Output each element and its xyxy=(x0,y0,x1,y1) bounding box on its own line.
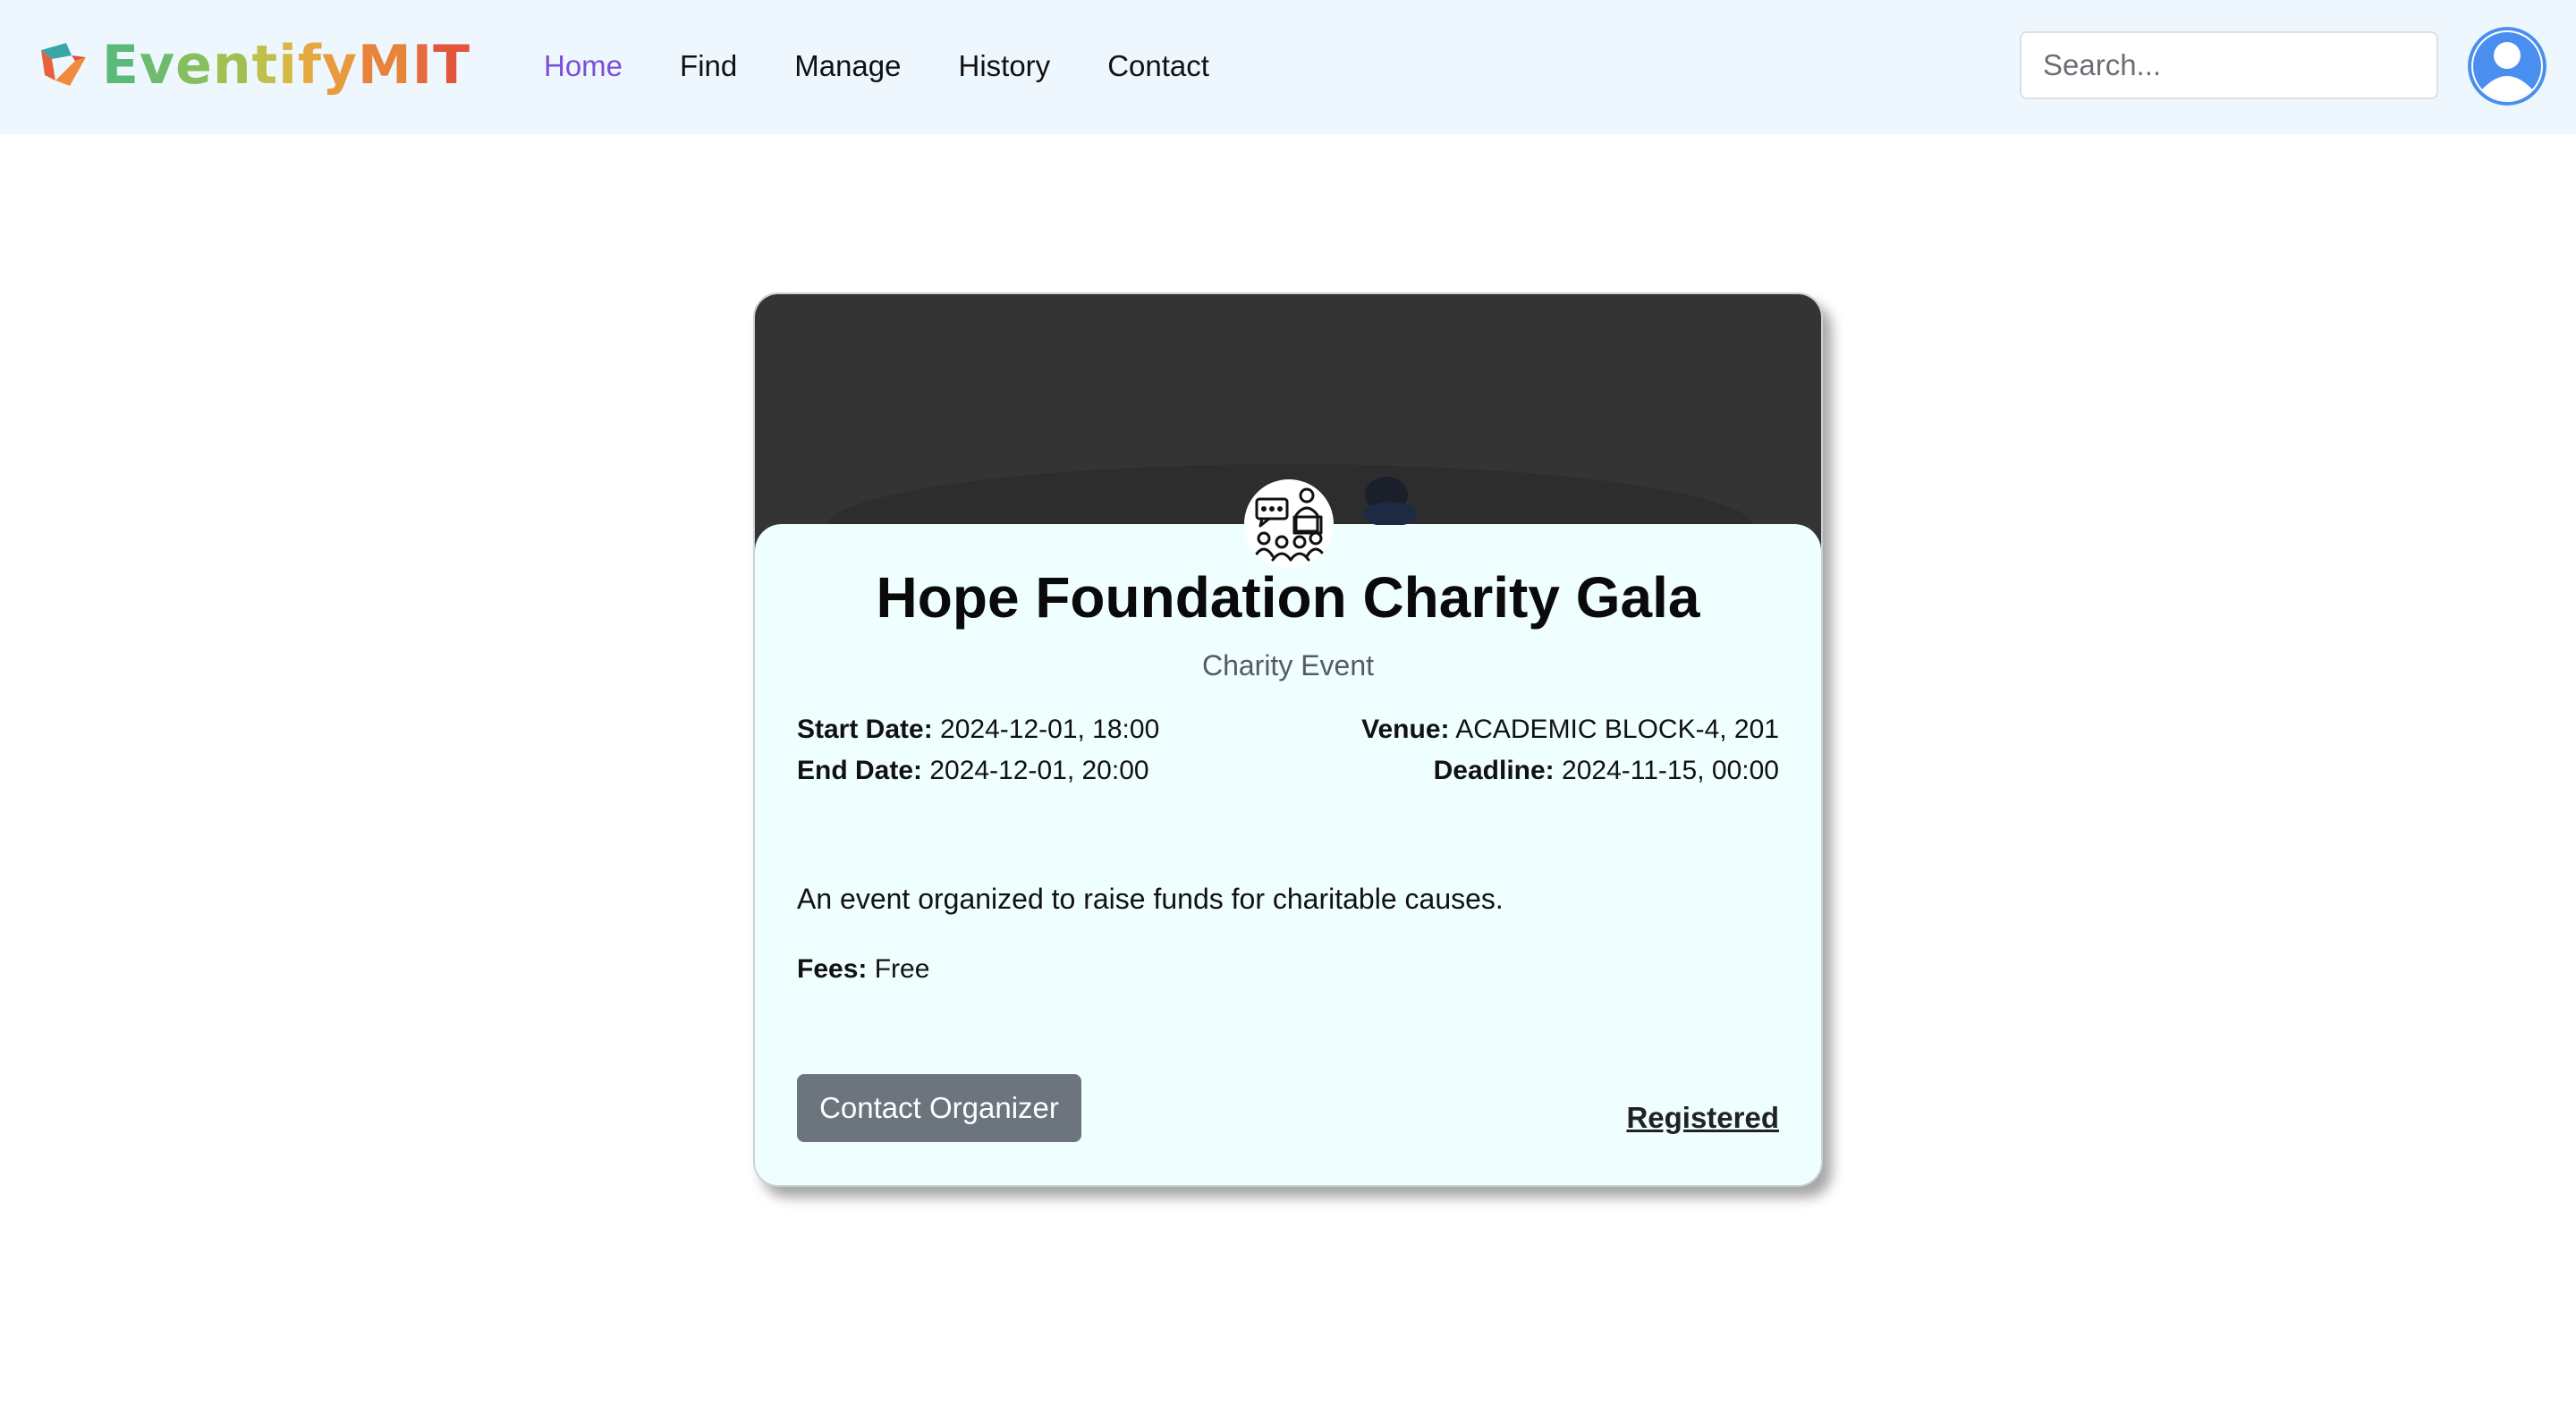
fees-label: Fees: xyxy=(797,954,868,984)
deadline-value: 2024-11-15, 00:00 xyxy=(1562,756,1779,785)
user-avatar-icon[interactable] xyxy=(2468,27,2546,106)
venue-label: Venue: xyxy=(1361,715,1450,744)
end-date-label: End Date: xyxy=(797,756,923,785)
event-dates: Start Date: 2024-12-01, 18:00 End Date: … xyxy=(797,709,1159,791)
brand-letter: n xyxy=(212,34,252,97)
brand-name: EventifyMIT xyxy=(102,34,470,97)
brand-letter: M xyxy=(358,34,412,97)
event-category: Charity Event xyxy=(1201,649,1375,681)
fees-value: Free xyxy=(874,954,930,984)
event-description: An event organized to raise funds for ch… xyxy=(797,883,1504,915)
start-date-label: Start Date: xyxy=(797,715,933,744)
event-title: Hope Foundation Charity Gala xyxy=(876,565,1700,630)
nav-find[interactable]: Find xyxy=(680,49,737,83)
end-date-value: 2024-12-01, 20:00 xyxy=(929,756,1149,785)
brand-letter: E xyxy=(102,34,140,97)
event-fees: Fees: Free xyxy=(797,954,929,985)
end-date-row: End Date: 2024-12-01, 20:00 xyxy=(797,750,1159,791)
brand-letter: T xyxy=(433,34,471,97)
brand-logo[interactable]: EventifyMIT xyxy=(36,34,470,97)
nav-contact[interactable]: Contact xyxy=(1107,49,1209,83)
brand-letter: f xyxy=(297,34,322,97)
registered-status-link[interactable]: Registered xyxy=(1626,1101,1779,1135)
brand-letter: I xyxy=(411,34,434,97)
eventify-logo-icon xyxy=(41,43,86,86)
event-venue-deadline: Venue: ACADEMIC BLOCK-4, 201 Deadline: 2… xyxy=(1361,709,1779,791)
venue-row: Venue: ACADEMIC BLOCK-4, 201 xyxy=(1361,709,1779,750)
main-nav: Home Find Manage History Contact xyxy=(544,41,1267,91)
brand-letter: v xyxy=(140,34,176,97)
start-date-row: Start Date: 2024-12-01, 18:00 xyxy=(797,709,1159,750)
nav-home[interactable]: Home xyxy=(544,49,623,83)
contact-organizer-button[interactable]: Contact Organizer xyxy=(797,1074,1081,1142)
search-input[interactable] xyxy=(2020,31,2438,99)
nav-manage[interactable]: Manage xyxy=(794,49,901,83)
event-card: Hope Foundation Charity Gala Charity Eve… xyxy=(753,292,1823,1187)
deadline-label: Deadline: xyxy=(1433,756,1555,785)
start-date-value: 2024-12-01, 18:00 xyxy=(940,715,1160,744)
brand-letter: i xyxy=(278,34,298,97)
brand-letter: y xyxy=(321,34,359,97)
nav-history[interactable]: History xyxy=(959,49,1051,83)
brand-letter: t xyxy=(251,34,279,97)
banner-figure-image xyxy=(1363,477,1417,525)
brand-letter: e xyxy=(175,34,213,97)
presentation-audience-icon xyxy=(1244,479,1334,569)
deadline-row: Deadline: 2024-11-15, 00:00 xyxy=(1361,750,1779,791)
venue-value: ACADEMIC BLOCK-4, 201 xyxy=(1455,715,1779,744)
top-navbar: EventifyMIT Home Find Manage History Con… xyxy=(0,0,2576,134)
